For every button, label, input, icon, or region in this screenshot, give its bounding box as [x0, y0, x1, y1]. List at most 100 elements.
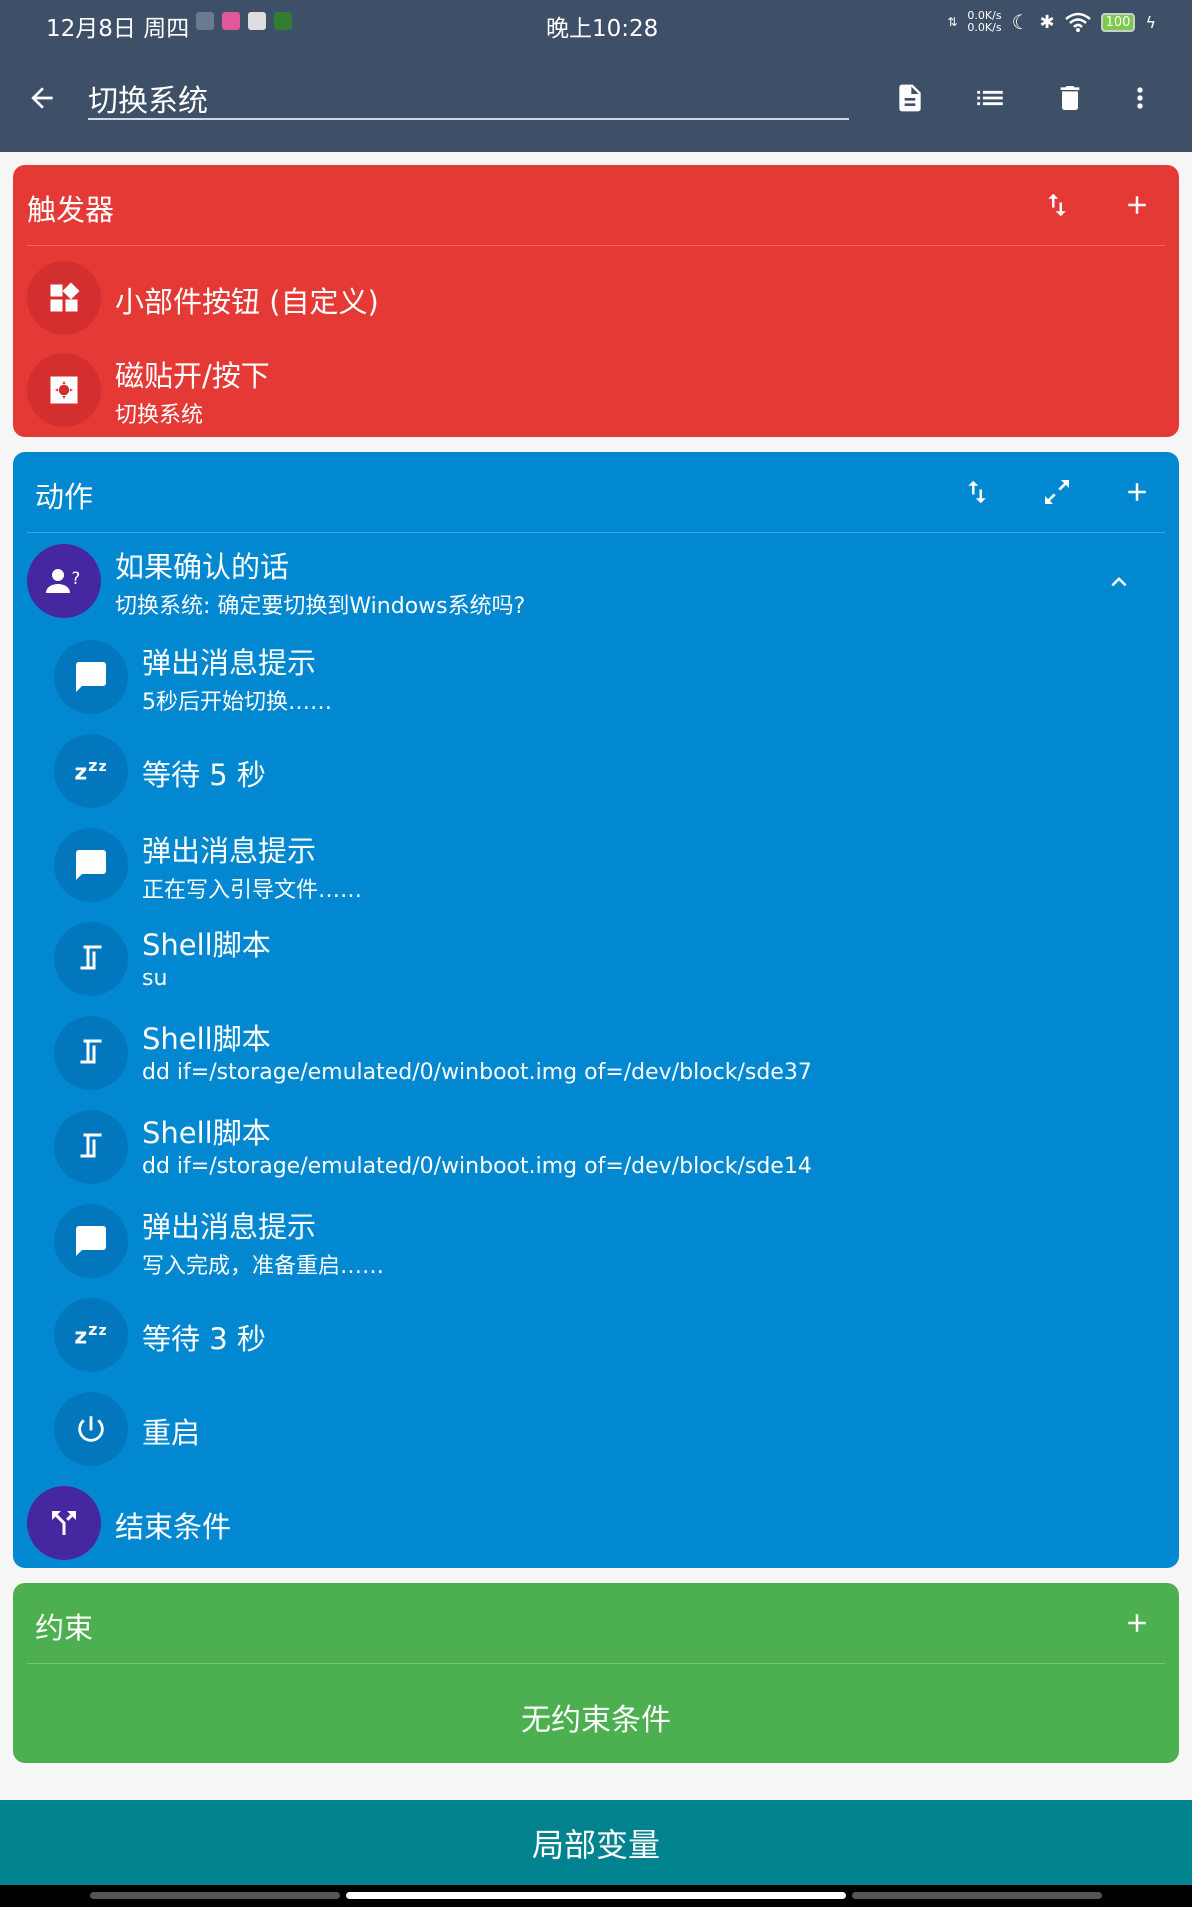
action-item[interactable]: Shell脚本 su	[13, 922, 1179, 998]
list-icon	[977, 90, 1003, 106]
reorder-triggers-button[interactable]	[1035, 183, 1079, 227]
swap-vert-icon	[1048, 193, 1066, 217]
fullscreen-icon	[1045, 480, 1069, 504]
action-item[interactable]: zzz 等待 5 秒	[13, 734, 1179, 810]
plus-icon	[1128, 1614, 1146, 1632]
trigger-title: 磁贴开/按下	[115, 359, 270, 393]
settings-gear-icon	[27, 353, 101, 427]
message-icon	[54, 828, 128, 902]
action-item[interactable]: 弹出消息提示 正在写入引导文件……	[13, 828, 1179, 904]
divider	[27, 1663, 1165, 1664]
add-constraint-button[interactable]	[1115, 1601, 1159, 1645]
app-notification-icon	[248, 12, 266, 30]
app-notification-icon	[274, 12, 292, 30]
action-subtitle: 写入完成，准备重启……	[142, 1254, 385, 1279]
navigation-bar	[0, 1885, 1192, 1907]
message-icon	[54, 1204, 128, 1278]
action-title: Shell脚本	[142, 1116, 271, 1150]
chevron-up-icon	[1111, 577, 1127, 587]
bluetooth-icon: ✱	[1039, 11, 1055, 33]
action-title: 弹出消息提示	[142, 646, 317, 680]
actions-card: 动作 ? 如果确认的话 切换系统: 确定要切换到Windows系统吗? 弹出消息…	[13, 452, 1179, 1568]
expand-actions-button[interactable]	[1035, 470, 1079, 514]
sleep-zzz-icon: zzz	[54, 734, 128, 808]
action-title: 如果确认的话	[115, 550, 290, 584]
moon-icon: ☾	[1011, 10, 1030, 34]
action-item[interactable]: ? 如果确认的话 切换系统: 确定要切换到Windows系统吗?	[13, 544, 1179, 620]
constraints-header: 约束	[13, 1583, 1179, 1663]
action-subtitle: dd if=/storage/emulated/0/winboot.img of…	[142, 1060, 812, 1085]
actions-title: 动作	[35, 480, 94, 514]
divider	[27, 532, 1165, 533]
back-button[interactable]	[20, 76, 64, 120]
action-subtitle: su	[142, 966, 168, 991]
fork-icon	[27, 1486, 101, 1560]
add-action-button[interactable]	[1115, 470, 1159, 514]
charging-icon: ϟ	[1145, 12, 1156, 32]
swap-vert-icon	[968, 480, 986, 504]
action-subtitle: dd if=/storage/emulated/0/winboot.img of…	[142, 1154, 812, 1179]
status-indicators: ⇅ 0.0K/s 0.0K/s ☾ ✱ 100 ϟ	[947, 10, 1156, 35]
app-notification-icon	[196, 12, 214, 30]
app-bar: 切换系统	[0, 48, 1192, 152]
action-title: 弹出消息提示	[142, 1210, 317, 1244]
action-subtitle: 正在写入引导文件……	[142, 878, 363, 903]
macro-name-input[interactable]: 切换系统	[88, 70, 849, 120]
action-item[interactable]: zzz 等待 3 秒	[13, 1298, 1179, 1374]
nav-home-handle[interactable]	[346, 1892, 846, 1899]
action-title: Shell脚本	[142, 1022, 271, 1056]
action-item[interactable]: 结束条件	[13, 1486, 1179, 1562]
notification-icons	[196, 12, 292, 30]
arrow-back-icon	[31, 87, 53, 109]
action-title: 等待 3 秒	[142, 1322, 266, 1356]
trigger-item[interactable]: 磁贴开/按下 切换系统	[13, 353, 1179, 429]
action-item[interactable]: Shell脚本 dd if=/storage/emulated/0/winboo…	[13, 1016, 1179, 1092]
local-variables-button[interactable]: 局部变量	[0, 1800, 1192, 1885]
battery-indicator: 100	[1100, 12, 1136, 32]
power-icon	[54, 1392, 128, 1466]
status-bar: 12月8日 周四 晚上10:28 ⇅ 0.0K/s 0.0K/s ☾ ✱ 100…	[0, 0, 1192, 48]
sleep-zzz-icon: zzz	[54, 1298, 128, 1372]
divider	[27, 245, 1165, 246]
reorder-actions-button[interactable]	[955, 470, 999, 514]
collapse-button[interactable]	[1099, 562, 1139, 602]
log-list-button[interactable]	[968, 76, 1012, 120]
svg-text:?: ?	[72, 569, 81, 588]
action-item[interactable]: 弹出消息提示 写入完成，准备重启……	[13, 1204, 1179, 1280]
action-title: 重启	[142, 1416, 201, 1450]
app-notification-icon	[222, 12, 240, 30]
action-title: 结束条件	[115, 1510, 232, 1544]
status-clock: 晚上10:28	[546, 16, 659, 42]
plus-icon	[1128, 483, 1146, 501]
triggers-header: 触发器	[13, 165, 1179, 245]
add-trigger-button[interactable]	[1115, 183, 1159, 227]
no-constraints-text: 无约束条件	[521, 1703, 671, 1738]
status-date: 12月8日 周四	[46, 16, 190, 42]
nav-handle-right	[852, 1892, 1102, 1899]
trigger-item[interactable]: 小部件按钮 (自定义)	[13, 261, 1179, 337]
action-item[interactable]: Shell脚本 dd if=/storage/emulated/0/winboo…	[13, 1110, 1179, 1186]
more-vert-icon	[1137, 87, 1143, 109]
action-item[interactable]: 重启	[13, 1392, 1179, 1468]
trigger-title: 小部件按钮 (自定义)	[115, 285, 379, 319]
delete-button[interactable]	[1048, 76, 1092, 120]
action-title: Shell脚本	[142, 928, 271, 962]
trigger-subtitle: 切换系统	[115, 403, 204, 428]
nav-handle-left	[90, 1892, 340, 1899]
action-title: 弹出消息提示	[142, 834, 317, 868]
action-subtitle: 5秒后开始切换……	[142, 690, 332, 715]
actions-header: 动作	[13, 452, 1179, 532]
widget-icon	[27, 261, 101, 335]
data-arrows-icon: ⇅	[947, 15, 958, 29]
document-icon	[899, 84, 921, 112]
shell-script-icon	[54, 1016, 128, 1090]
trash-icon	[1060, 86, 1080, 110]
wifi-icon	[1064, 12, 1091, 32]
more-options-button[interactable]	[1118, 76, 1162, 120]
description-button[interactable]	[888, 76, 932, 120]
action-item[interactable]: 弹出消息提示 5秒后开始切换……	[13, 640, 1179, 716]
message-icon	[54, 640, 128, 714]
shell-script-icon	[54, 922, 128, 996]
constraints-title: 约束	[35, 1611, 94, 1645]
shell-script-icon	[54, 1110, 128, 1184]
